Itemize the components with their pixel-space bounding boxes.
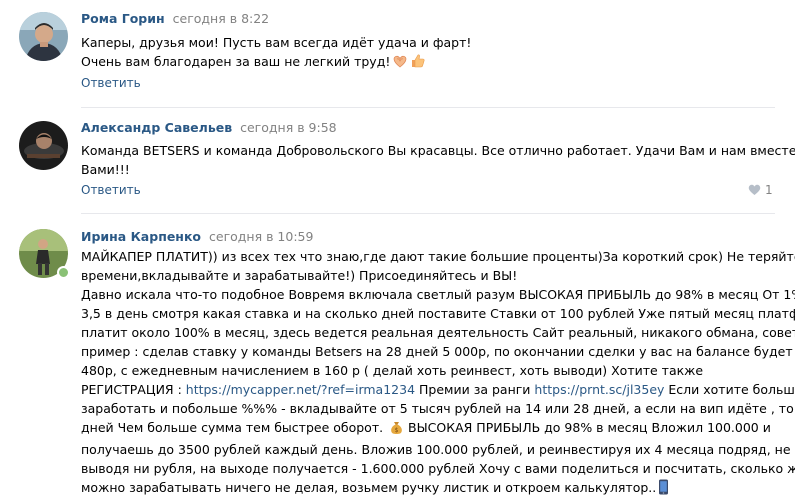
author-name[interactable]: Ирина Карпенко bbox=[81, 229, 201, 244]
avatar-photo bbox=[19, 121, 68, 170]
timestamp[interactable]: сегодня в 10:59 bbox=[209, 229, 313, 244]
text-line: можно зарабатывать ничего не делая, возь… bbox=[81, 478, 781, 500]
text-segment: дней Чем больше сумма тем быстрее оборот… bbox=[81, 420, 384, 435]
text-line: Каперы, друзья мои! Пусть вам всегда идё… bbox=[81, 35, 472, 50]
text-line: 3,5 в день смотря какая ставка и на скол… bbox=[81, 306, 795, 321]
reply-button[interactable]: Ответить bbox=[81, 183, 141, 198]
svg-text:$: $ bbox=[395, 427, 399, 434]
timestamp[interactable]: сегодня в 9:58 bbox=[240, 120, 337, 135]
comment-text: МАЙКАПЕР ПЛАТИТ)) из всех тех что знаю,г… bbox=[81, 247, 795, 500]
text-line: заработать и побольше %%% - вкладывайте … bbox=[81, 401, 795, 416]
text-segment: РЕГИСТРАЦИЯ : bbox=[81, 382, 186, 397]
avatar-photo bbox=[19, 12, 68, 61]
comment-text: Каперы, друзья мои! Пусть вам всегда идё… bbox=[81, 33, 781, 74]
text-line: дней Чем больше сумма тем быстрее оборот… bbox=[81, 418, 781, 440]
text-segment: ВЫСОКАЯ ПРИБЫЛЬ до 98% в месяц Вложил 10… bbox=[404, 420, 771, 435]
comments-feed: Рома Горин сегодня в 8:22 Каперы, друзья… bbox=[0, 0, 795, 500]
text-segment: Премии за ранги bbox=[415, 382, 535, 397]
text-line-content: Очень вам благодарен за ваш не легкий тр… bbox=[81, 54, 391, 69]
text-line: Команда BETSERS и команда Добровольского… bbox=[81, 143, 795, 158]
heart-icon bbox=[748, 184, 761, 195]
divider bbox=[81, 213, 775, 214]
text-segment: можно зарабатывать ничего не делая, возь… bbox=[81, 480, 657, 495]
phone-icon bbox=[658, 479, 669, 500]
like-count: 1 bbox=[765, 183, 773, 197]
screenshot-link[interactable]: https://prnt.sc/jl35ey bbox=[534, 382, 664, 397]
author-name[interactable]: Александр Савельев bbox=[81, 120, 232, 135]
heart-hands-icon bbox=[392, 53, 408, 74]
comment-text: Команда BETSERS и команда Добровольского… bbox=[81, 141, 795, 179]
comment-header: Рома Горин сегодня в 8:22 bbox=[81, 11, 269, 27]
text-line: платит около 100% в месяц, здесь ведется… bbox=[81, 325, 795, 340]
text-line: выводя ни рубля, на выходе получается - … bbox=[81, 461, 795, 476]
text-line: Вами!!! bbox=[81, 162, 130, 177]
thumbs-up-icon bbox=[410, 53, 426, 74]
avatar[interactable] bbox=[19, 12, 68, 61]
text-line: Давно искала что-то подобное Вовремя вкл… bbox=[81, 287, 795, 302]
referral-link[interactable]: https://mycapper.net/?ref=irma1234 bbox=[186, 382, 415, 397]
text-line: получаешь до 3500 рублей каждый день. Вл… bbox=[81, 442, 791, 457]
divider bbox=[81, 107, 775, 108]
text-line: Очень вам благодарен за ваш не легкий тр… bbox=[81, 52, 781, 74]
text-segment: Если хотите больше bbox=[664, 382, 795, 397]
avatar[interactable] bbox=[19, 121, 68, 170]
timestamp[interactable]: сегодня в 8:22 bbox=[173, 11, 270, 26]
author-name[interactable]: Рома Горин bbox=[81, 11, 165, 26]
like-button[interactable]: 1 bbox=[748, 183, 773, 198]
money-bag-icon: $ bbox=[389, 420, 404, 440]
text-line: МАЙКАПЕР ПЛАТИТ)) из всех тех что знаю,г… bbox=[81, 249, 795, 264]
text-line: пример : сделав ставку у команды Betsers… bbox=[81, 344, 795, 359]
online-indicator bbox=[57, 266, 70, 279]
text-line: 480р, с ежедневным начислением в 160 р (… bbox=[81, 363, 704, 378]
comment-header: Александр Савельев сегодня в 9:58 bbox=[81, 120, 337, 136]
comment-header: Ирина Карпенко сегодня в 10:59 bbox=[81, 229, 313, 245]
text-line: времени,вкладывайте и зарабатывайте!) Пр… bbox=[81, 268, 518, 283]
text-line: РЕГИСТРАЦИЯ : https://mycapper.net/?ref=… bbox=[81, 380, 795, 399]
reply-button[interactable]: Ответить bbox=[81, 76, 141, 91]
